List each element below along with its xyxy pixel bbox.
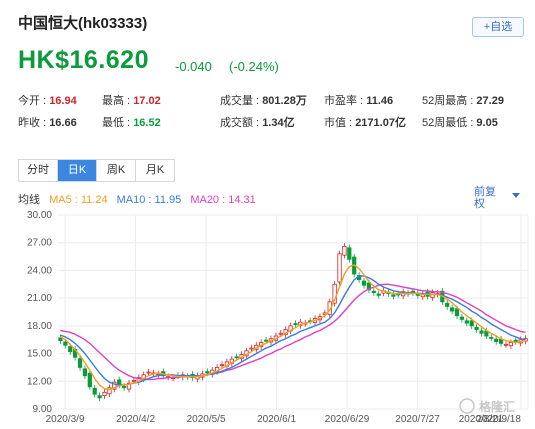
candle-body — [391, 294, 396, 297]
candle-body — [474, 326, 479, 330]
candle-body — [278, 332, 283, 335]
candle-body — [97, 395, 102, 399]
candle-body — [445, 302, 450, 307]
y-tick-label: 15.00 — [27, 349, 52, 360]
candle-body — [92, 387, 97, 395]
candle-body — [293, 323, 298, 325]
y-tick-label: 24.00 — [27, 265, 52, 276]
candle-body — [102, 391, 107, 397]
candle-body — [146, 371, 151, 374]
x-tick-label: 2020/6/1 — [257, 414, 296, 425]
y-tick-label: 27.00 — [27, 238, 52, 249]
x-tick-label: 2020/3/9 — [46, 414, 85, 425]
candle-body — [361, 280, 367, 286]
candle-body — [121, 385, 127, 389]
candle-body — [479, 330, 484, 334]
candle-body — [459, 316, 465, 320]
candle-body — [87, 373, 92, 388]
y-tick-label: 21.00 — [27, 293, 52, 304]
watermark-icon — [459, 398, 475, 414]
candle-body — [131, 379, 136, 382]
x-tick-label: 2020/6/29 — [325, 414, 370, 425]
candlestick-series — [58, 243, 528, 402]
kline-chart: 30.0027.0024.0021.0018.0015.0012.009.00 … — [27, 210, 529, 425]
watermark-text: 格隆汇 — [479, 399, 515, 414]
ma5-line — [60, 264, 526, 391]
candle-body — [156, 373, 161, 376]
x-tick-label: 2020/4/2 — [116, 414, 155, 425]
candle-body — [219, 364, 225, 367]
candle-body — [205, 371, 210, 374]
candle-body — [249, 347, 254, 350]
candle-body — [454, 308, 460, 317]
candle-body — [450, 307, 455, 312]
x-tick-label: 2020/7/27 — [395, 414, 440, 425]
candle-body — [63, 341, 68, 346]
candle-body — [489, 337, 494, 339]
candle-body — [430, 292, 435, 299]
candle-body — [263, 339, 269, 342]
watermark-logo: 格隆汇 — [459, 398, 515, 414]
y-axis: 30.0027.0024.0021.0018.0015.0012.009.00 — [27, 210, 52, 415]
x-tick-label: 2020/5/5 — [187, 414, 226, 425]
y-tick-label: 12.00 — [27, 376, 52, 387]
candle-body — [342, 246, 347, 256]
candle-body — [371, 290, 376, 294]
candle-body — [376, 293, 381, 296]
candle-body — [82, 368, 88, 377]
ma10-line — [60, 275, 526, 386]
candle-body — [513, 339, 518, 342]
candle-body — [508, 342, 513, 347]
y-tick-label: 18.00 — [27, 321, 52, 332]
candle-body — [469, 320, 474, 327]
candle-body — [77, 358, 83, 368]
candle-body — [347, 247, 352, 260]
candle-body — [234, 356, 239, 359]
candle-body — [68, 346, 73, 353]
y-tick-label: 30.00 — [27, 210, 52, 221]
candle-body — [337, 253, 342, 283]
x-tick-label: 2020/9/18 — [476, 414, 521, 425]
candle-body — [464, 320, 469, 324]
candle-body — [494, 338, 499, 342]
moving-average-lines — [60, 264, 526, 391]
candle-body — [503, 343, 509, 346]
x-axis: 2020/3/9 2020/4/2 2020/5/5 2020/6/1 2020/6/2… — [46, 414, 522, 425]
